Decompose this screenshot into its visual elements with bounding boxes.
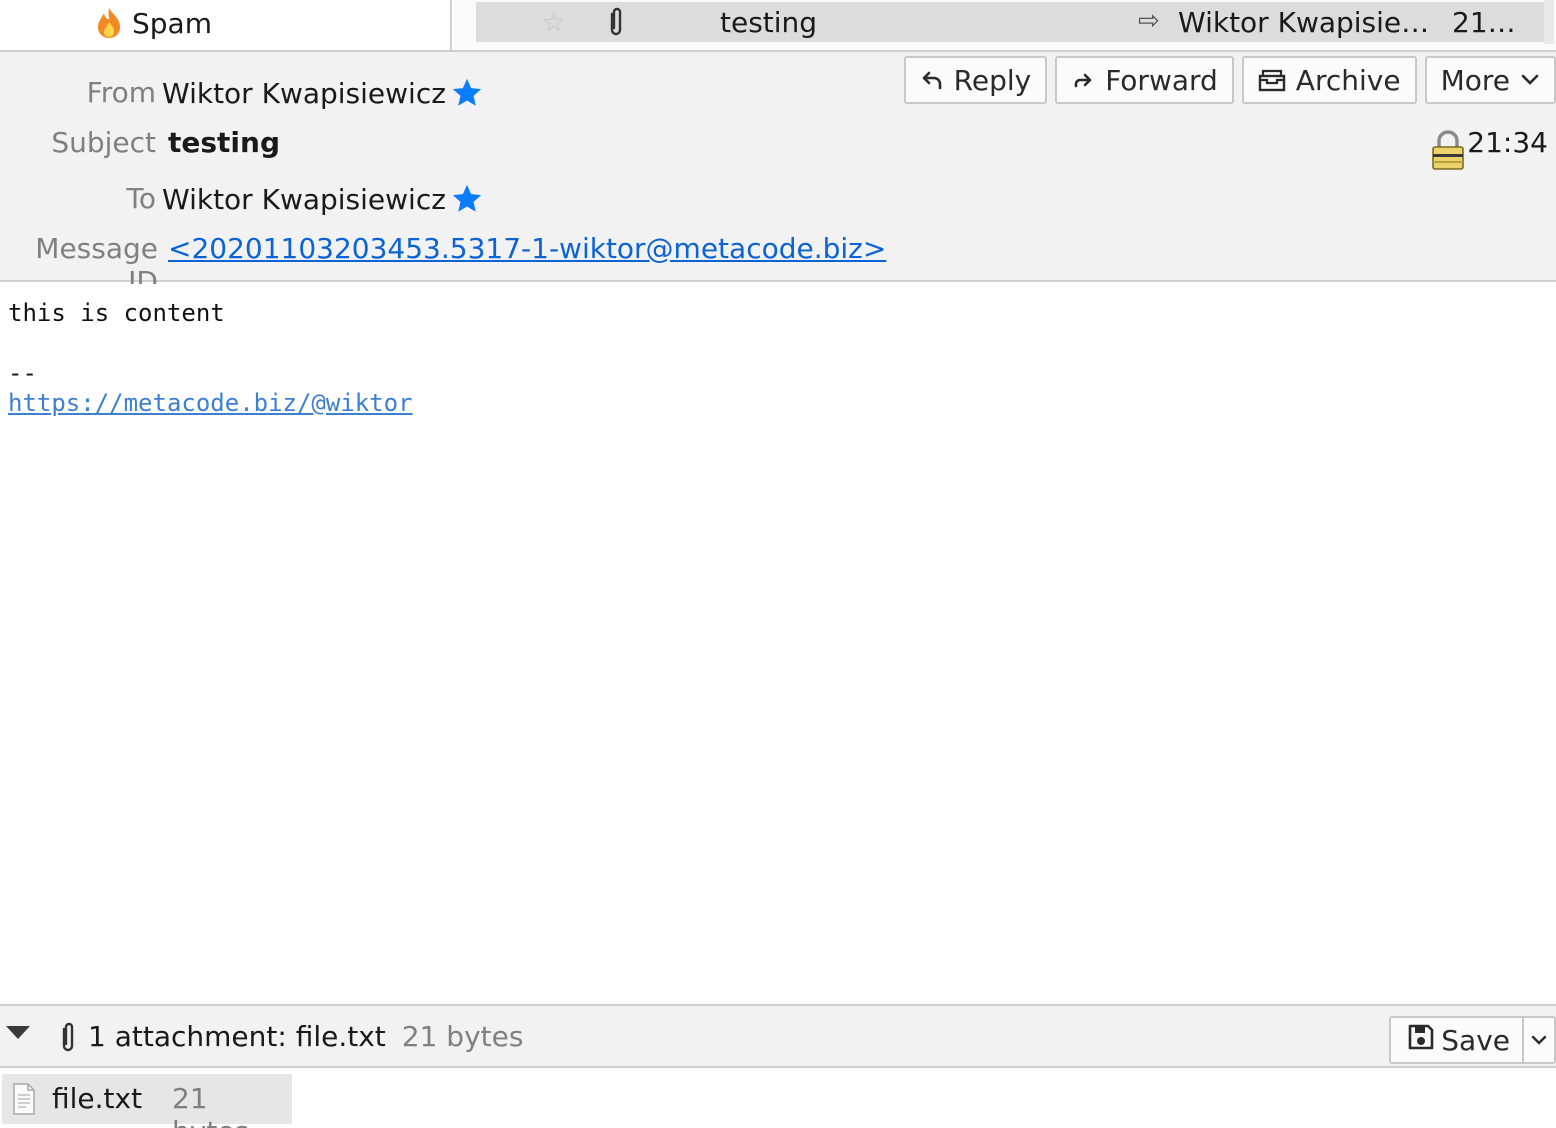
attachment-name: file.txt [52,1082,143,1115]
lock-icon[interactable] [1430,128,1466,176]
signature-link[interactable]: https://metacode.biz/@wiktor [8,389,413,417]
to-name: Wiktor Kwapisiewicz [162,182,446,216]
to-value[interactable]: Wiktor Kwapisiewicz [162,182,484,216]
attachment-size: 21 bytes [172,1082,249,1128]
message-header: From Wiktor Kwapisiewicz Subject testing… [0,52,1556,298]
contact-star-icon[interactable] [450,182,484,216]
chevron-down-icon [1520,73,1540,87]
subject-value: testing [168,126,280,159]
folder-item-spam[interactable]: Spam [94,4,212,42]
more-button[interactable]: More [1424,56,1556,104]
forward-label: Forward [1105,63,1218,97]
archive-icon [1258,68,1286,92]
attachment-list: file.txt 21 bytes [0,1070,1556,1128]
row-date: 21… [1452,6,1516,39]
save-button[interactable]: Save [1391,1018,1524,1062]
save-label: Save [1441,1023,1510,1057]
more-label: More [1440,63,1510,97]
reply-label: Reply [953,63,1032,97]
message-body: this is content -- https://metacode.biz/… [0,284,1556,1002]
paperclip-icon [58,1020,78,1058]
save-menu-button[interactable] [1524,1018,1554,1062]
reply-button[interactable]: Reply [903,56,1048,104]
save-button-group: Save [1389,1016,1556,1064]
attachment-summary-text: 1 attachment: file.txt [88,1020,386,1053]
subject-label: Subject [51,126,156,159]
from-name: Wiktor Kwapisiewicz [162,76,446,110]
archive-label: Archive [1295,63,1401,97]
message-toolbar: Reply Forward Archive More [903,56,1556,104]
row-subject: testing [720,6,818,39]
text-file-icon [12,1083,36,1119]
expand-toggle-icon[interactable] [6,1026,30,1039]
paperclip-icon [606,6,626,42]
forward-button[interactable]: Forward [1055,56,1234,104]
star-outline-icon[interactable]: ☆ [542,8,565,38]
replied-arrow-icon: ⇨ [1138,6,1160,36]
list-scrollbar[interactable] [1544,0,1554,44]
body-blank-line [8,328,1548,358]
attachment-item[interactable]: file.txt 21 bytes [2,1074,292,1128]
chevron-down-icon [1530,1031,1548,1050]
spam-flame-icon [94,6,124,40]
message-id-value[interactable]: <20201103203453.5317-1-wiktor@metacode.b… [168,232,886,265]
reply-icon [920,68,944,92]
message-time: 21:34 [1467,126,1548,159]
from-label: From [86,76,156,109]
attachment-bar: 1 attachment: file.txt 21 bytes Save [0,1004,1556,1068]
archive-button[interactable]: Archive [1241,56,1417,104]
forward-icon [1071,68,1095,92]
message-list-row[interactable]: ☆ testing ⇨ Wiktor Kwapisie… 21… [476,2,1546,42]
row-correspondent: Wiktor Kwapisie… [1178,6,1430,39]
save-icon [1407,1023,1435,1058]
message-id-link[interactable]: <20201103203453.5317-1-wiktor@metacode.b… [168,232,886,265]
signature-separator: -- [8,359,37,387]
folder-label: Spam [132,6,212,40]
from-value[interactable]: Wiktor Kwapisiewicz [162,76,484,110]
body-line: this is content [8,299,225,327]
attachment-summary: 1 attachment: file.txt 21 bytes [88,1020,523,1053]
top-strip: Spam ☆ testing ⇨ Wiktor Kwapisie… 21… [0,0,1556,52]
message-list: ☆ testing ⇨ Wiktor Kwapisie… 21… [454,0,1556,50]
contact-star-icon[interactable] [450,76,484,110]
folder-pane: Spam [0,0,452,50]
attachment-summary-size: 21 bytes [401,1020,524,1053]
to-label: To [126,182,156,215]
